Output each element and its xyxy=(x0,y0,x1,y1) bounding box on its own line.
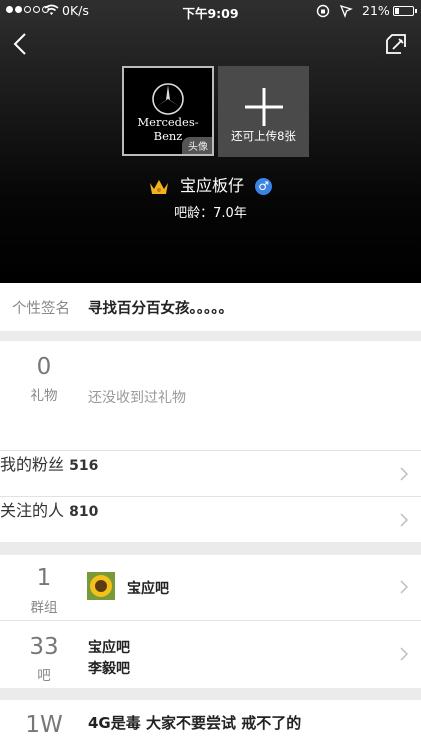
group-name: 宝应吧 xyxy=(127,581,169,597)
avatar[interactable]: Mercedes-Benz 头像 xyxy=(122,66,214,156)
forum-item: 李毅吧 xyxy=(88,661,130,677)
fans-label: 我的粉丝 xyxy=(0,455,65,474)
gift-label: 礼物 xyxy=(30,388,58,404)
battery-icon xyxy=(393,6,414,16)
account-age: 吧龄：7.0年 xyxy=(174,206,247,221)
gift-count: 0 xyxy=(36,354,52,380)
post-title: 4G是毒 大家不要尝试 戒不了的 xyxy=(88,714,302,732)
groups-section: 1 群组 宝应吧 33 吧 宝应吧 李毅吧 xyxy=(0,555,421,688)
fans-row[interactable]: 我的粉丝 516 xyxy=(0,451,421,496)
profile-page: 0K/s 下午9:09 21% Mercedes-Benz 头像 还可上传8张 … xyxy=(0,0,421,750)
group-label: 群组 xyxy=(30,600,58,616)
forum-item: 宝应吧 xyxy=(88,640,130,656)
signature-label: 个性签名 xyxy=(12,301,70,317)
following-count: 810 xyxy=(69,504,99,520)
following-label: 关注的人 xyxy=(0,501,65,520)
username: 宝应板仔 xyxy=(179,176,244,195)
battery-percent: 21% xyxy=(362,3,390,18)
crown-icon xyxy=(149,179,168,194)
sunflower-group-icon xyxy=(87,572,115,600)
chevron-right-icon xyxy=(400,513,409,527)
mercedes-logo-icon xyxy=(152,83,184,115)
back-arrow-icon[interactable] xyxy=(10,30,34,58)
post-count: 1W xyxy=(25,712,63,738)
username-bar: 宝应板仔 ♂ xyxy=(0,172,421,196)
fans-count: 516 xyxy=(69,458,99,474)
rotation-lock-icon xyxy=(316,4,330,18)
forum-count: 33 xyxy=(29,634,59,660)
avatar-tag: 头像 xyxy=(182,137,212,154)
gift-section: 0 礼物 还没收到过礼物 xyxy=(0,341,421,451)
battery-tip xyxy=(415,9,417,13)
edit-icon[interactable] xyxy=(384,32,408,56)
male-gender-icon: ♂ xyxy=(255,178,273,195)
chevron-right-icon xyxy=(400,580,409,594)
chevron-right-icon xyxy=(400,647,409,661)
clock: 下午9:09 xyxy=(182,6,239,21)
upload-label: 还可上传8张 xyxy=(231,129,296,143)
chevron-right-icon xyxy=(400,467,409,481)
upload-photo-button[interactable]: 还可上传8张 xyxy=(218,66,309,157)
profile-header: 0K/s 下午9:09 21% Mercedes-Benz 头像 还可上传8张 … xyxy=(0,0,421,283)
plus-icon xyxy=(245,88,283,126)
following-row[interactable]: 关注的人 810 xyxy=(0,497,421,542)
gift-empty-text: 还没收到过礼物 xyxy=(88,390,186,406)
signature-row: 个性签名 寻找百分百女孩。。。。。 xyxy=(0,283,421,331)
posts-section[interactable]: 1W 4G是毒 大家不要尝试 戒不了的 xyxy=(0,700,421,750)
group-count: 1 xyxy=(36,565,52,591)
location-icon xyxy=(339,4,353,18)
status-bar: 0K/s 下午9:09 21% xyxy=(0,0,421,22)
signature-text: 寻找百分百女孩。。。。。 xyxy=(88,301,233,317)
group-row[interactable]: 1 群组 宝应吧 xyxy=(0,555,421,620)
forum-label: 吧 xyxy=(37,668,51,684)
forums-row[interactable]: 33 吧 宝应吧 李毅吧 xyxy=(0,621,421,688)
